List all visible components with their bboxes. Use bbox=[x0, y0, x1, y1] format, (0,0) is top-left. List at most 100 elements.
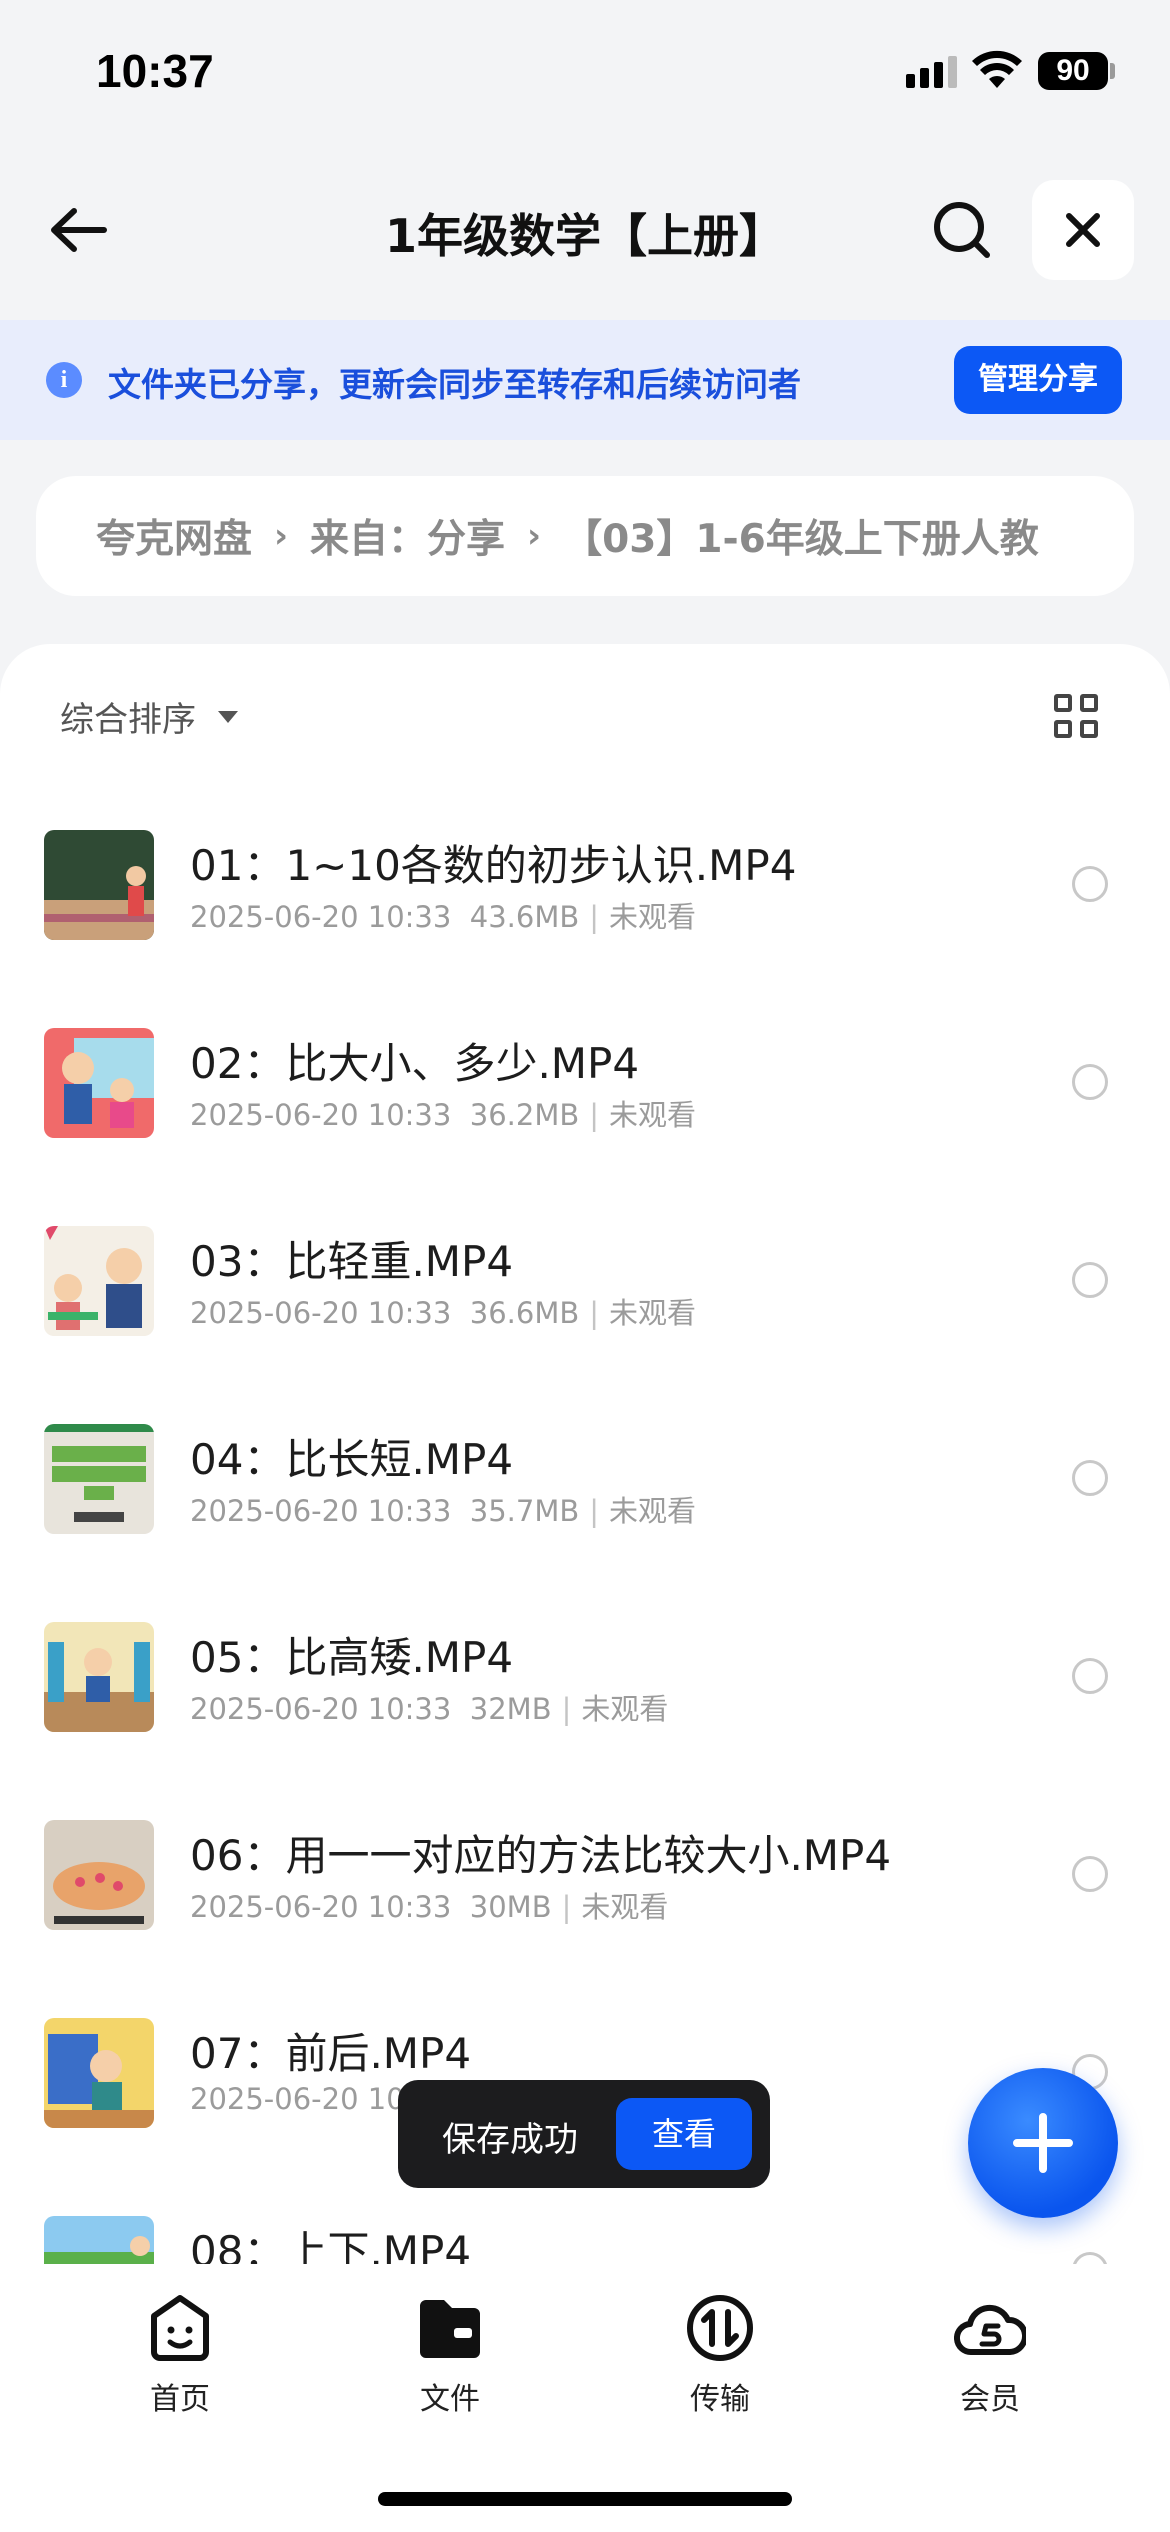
select-radio[interactable] bbox=[1072, 2252, 1108, 2264]
file-row[interactable]: 03：比轻重.MP4 2025-06-20 10:33 36.6MB | 未观看 bbox=[0, 1200, 1170, 1398]
home-indicator[interactable] bbox=[378, 2492, 792, 2506]
file-date: 2025-06-20 10:33 bbox=[190, 900, 452, 934]
file-size: 43.6MB bbox=[469, 900, 580, 934]
file-meta: 2025-06-20 10:33 43.6MB | 未观看 bbox=[190, 900, 697, 934]
file-row[interactable]: 05：比高矮.MP4 2025-06-20 10:33 32MB | 未观看 bbox=[0, 1596, 1170, 1794]
file-date: 2025-06-20 10:33 bbox=[190, 1296, 452, 1330]
search-icon bbox=[934, 202, 990, 258]
video-thumbnail bbox=[44, 1028, 154, 1138]
wifi-icon bbox=[972, 50, 1022, 88]
chevron-right-icon: › bbox=[274, 516, 289, 556]
tab-transfer-label: 传输 bbox=[690, 2382, 750, 2417]
search-button[interactable] bbox=[920, 194, 1004, 266]
smile-face-icon bbox=[151, 2295, 209, 2361]
file-list-sheet: 综合排序 01：1~10各数的初步认识.MP4 2025-06-20 10:33… bbox=[0, 644, 1170, 2264]
plus-icon bbox=[1013, 2113, 1073, 2173]
select-radio[interactable] bbox=[1072, 1856, 1108, 1892]
file-row[interactable]: 08：上下.MP4 bbox=[0, 2190, 1170, 2264]
file-date: 2025-06-20 10 bbox=[190, 2082, 405, 2116]
file-row[interactable]: 01：1~10各数的初步认识.MP4 2025-06-20 10:33 43.6… bbox=[0, 804, 1170, 1002]
toast-view-button[interactable]: 查看 bbox=[616, 2098, 752, 2170]
tab-files[interactable]: 文件 bbox=[350, 2292, 550, 2418]
file-date: 2025-06-20 10:33 bbox=[190, 1494, 452, 1528]
file-meta: 2025-06-20 10:33 30MB | 未观看 bbox=[190, 1890, 669, 1924]
battery-nub bbox=[1110, 63, 1115, 79]
file-name: 05：比高矮.MP4 bbox=[190, 1633, 514, 1682]
tab-home[interactable]: 首页 bbox=[80, 2292, 280, 2418]
breadcrumb: 夸克网盘 › 来自：分享 › 【03】1-6年级上下册人教 bbox=[36, 476, 1134, 596]
file-row[interactable]: 06：用一一对应的方法比较大小.MP4 2025-06-20 10:33 30M… bbox=[0, 1794, 1170, 1992]
file-name: 07：前后.MP4 bbox=[190, 2029, 472, 2078]
cellular-signal-icon bbox=[906, 56, 957, 88]
select-radio[interactable] bbox=[1072, 866, 1108, 902]
add-fab-button[interactable] bbox=[968, 2068, 1118, 2218]
breadcrumb-item-folder[interactable]: 【03】1-6年级上下册人教 bbox=[563, 508, 1039, 564]
file-name: 06：用一一对应的方法比较大小.MP4 bbox=[190, 1831, 892, 1880]
file-watch-status: 未观看 bbox=[581, 1890, 669, 1924]
video-thumbnail bbox=[44, 2018, 154, 2128]
manage-share-button[interactable]: 管理分享 bbox=[954, 346, 1122, 414]
select-radio[interactable] bbox=[1072, 1262, 1108, 1298]
file-size: 32MB bbox=[469, 1692, 552, 1726]
file-name: 03：比轻重.MP4 bbox=[190, 1237, 514, 1286]
tab-transfer[interactable]: 传输 bbox=[620, 2292, 820, 2418]
caret-down-icon bbox=[218, 710, 238, 723]
sort-dropdown[interactable]: 综合排序 bbox=[60, 692, 238, 741]
back-button[interactable] bbox=[36, 194, 120, 266]
info-icon: i bbox=[46, 362, 82, 398]
file-meta: 2025-06-20 10 bbox=[190, 2082, 405, 2116]
file-meta: 2025-06-20 10:33 35.7MB | 未观看 bbox=[190, 1494, 697, 1528]
video-thumbnail bbox=[44, 2216, 154, 2264]
notice-text: 文件夹已分享，更新会同步至转存和后续访问者 bbox=[108, 365, 801, 404]
battery-icon: 90 bbox=[1038, 52, 1108, 90]
file-meta: 2025-06-20 10:33 32MB | 未观看 bbox=[190, 1692, 669, 1726]
video-thumbnail bbox=[44, 1622, 154, 1732]
tab-home-label: 首页 bbox=[150, 2382, 210, 2417]
file-name: 04：比长短.MP4 bbox=[190, 1435, 514, 1484]
file-date: 2025-06-20 10:33 bbox=[190, 1098, 452, 1132]
breadcrumb-item-root[interactable]: 夸克网盘 bbox=[96, 508, 252, 564]
file-name: 02：比大小、多少.MP4 bbox=[190, 1039, 640, 1088]
sort-label: 综合排序 bbox=[60, 700, 196, 740]
toast-text: 保存成功 bbox=[442, 2120, 578, 2160]
select-radio[interactable] bbox=[1072, 1460, 1108, 1496]
file-date: 2025-06-20 10:33 bbox=[190, 1890, 452, 1924]
member-cloud-icon bbox=[954, 2304, 1026, 2356]
video-thumbnail bbox=[44, 830, 154, 940]
folder-icon bbox=[420, 2300, 480, 2358]
tab-member-label: 会员 bbox=[960, 2382, 1020, 2417]
file-meta: 2025-06-20 10:33 36.6MB | 未观看 bbox=[190, 1296, 697, 1330]
share-notice-bar: i 文件夹已分享，更新会同步至转存和后续访问者 管理分享 bbox=[0, 320, 1170, 440]
file-size: 36.6MB bbox=[469, 1296, 580, 1330]
file-size: 35.7MB bbox=[469, 1494, 580, 1528]
file-watch-status: 未观看 bbox=[581, 1692, 669, 1726]
close-button[interactable] bbox=[1032, 180, 1134, 280]
file-date: 2025-06-20 10:33 bbox=[190, 1692, 452, 1726]
status-bar: 10:37 90 bbox=[0, 0, 1170, 150]
tab-files-label: 文件 bbox=[420, 2382, 480, 2417]
nav-bar: 1年级数学【上册】 bbox=[0, 170, 1170, 290]
file-row[interactable]: 04：比长短.MP4 2025-06-20 10:33 35.7MB | 未观看 bbox=[0, 1398, 1170, 1596]
close-icon bbox=[1066, 213, 1100, 247]
video-thumbnail bbox=[44, 1424, 154, 1534]
file-meta: 2025-06-20 10:33 36.2MB | 未观看 bbox=[190, 1098, 697, 1132]
file-name: 01：1~10各数的初步认识.MP4 bbox=[190, 841, 797, 890]
video-thumbnail bbox=[44, 1820, 154, 1930]
file-size: 36.2MB bbox=[469, 1098, 580, 1132]
grid-view-icon[interactable] bbox=[1054, 694, 1098, 738]
page-title: 1年级数学【上册】 bbox=[384, 209, 785, 263]
file-size: 30MB bbox=[469, 1890, 552, 1924]
file-list: 01：1~10各数的初步认识.MP4 2025-06-20 10:33 43.6… bbox=[0, 804, 1170, 2264]
file-watch-status: 未观看 bbox=[609, 1098, 697, 1132]
file-row[interactable]: 02：比大小、多少.MP4 2025-06-20 10:33 36.2MB | 未观… bbox=[0, 1002, 1170, 1200]
select-radio[interactable] bbox=[1072, 1658, 1108, 1694]
arrow-left-icon bbox=[51, 208, 107, 252]
file-name: 08：上下.MP4 bbox=[190, 2227, 472, 2264]
file-watch-status: 未观看 bbox=[609, 1296, 697, 1330]
save-success-toast: 保存成功 查看 bbox=[398, 2080, 770, 2188]
status-time: 10:37 bbox=[96, 45, 214, 97]
tab-member[interactable]: 会员 bbox=[890, 2292, 1090, 2418]
breadcrumb-item-share[interactable]: 来自：分享 bbox=[310, 508, 505, 564]
transfer-icon bbox=[687, 2295, 753, 2361]
select-radio[interactable] bbox=[1072, 1064, 1108, 1100]
